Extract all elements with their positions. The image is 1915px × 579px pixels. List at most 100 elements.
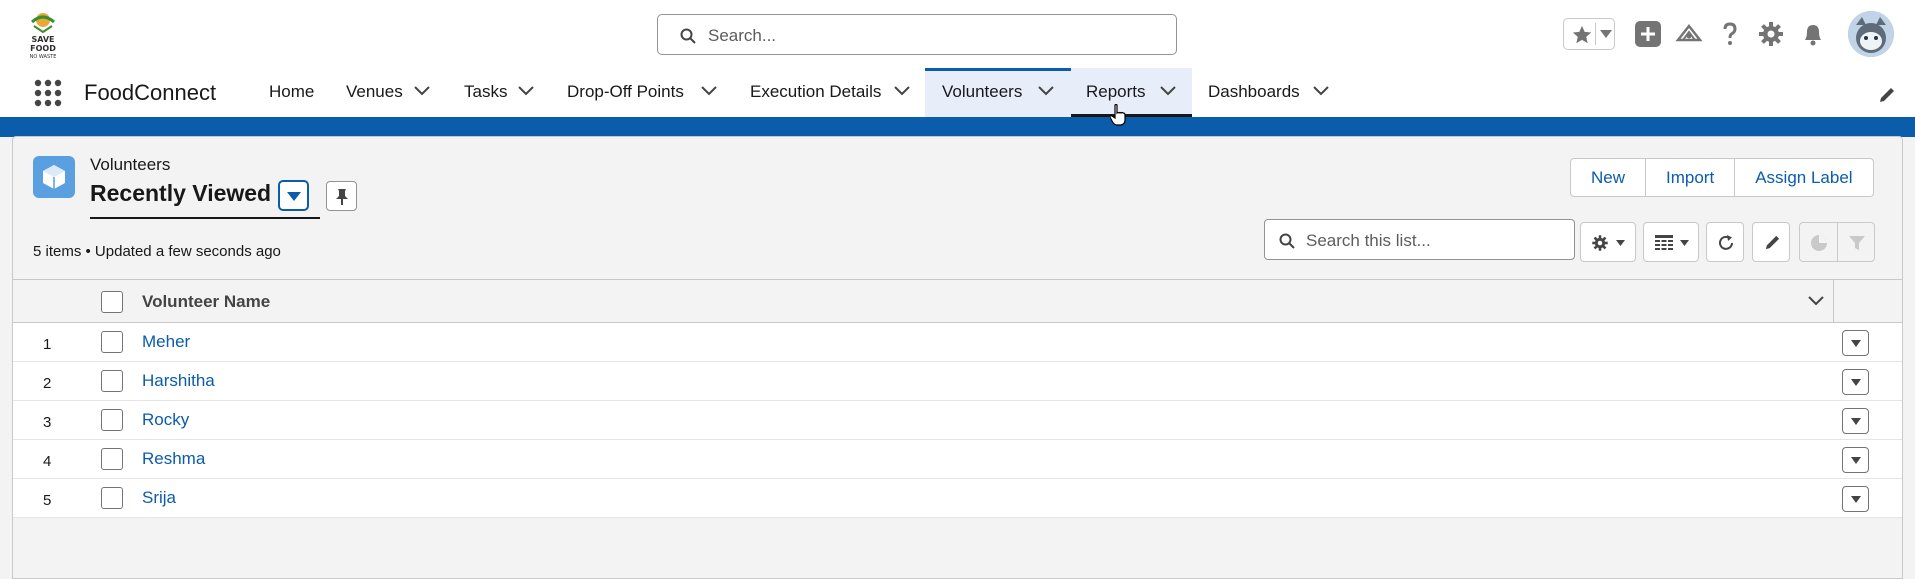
object-label: Volunteers — [90, 155, 171, 174]
list-view-title[interactable]: Recently Viewed — [90, 180, 271, 207]
settings-gear-icon[interactable] — [1757, 20, 1785, 48]
assign-label-button[interactable]: Assign Label — [1735, 159, 1872, 196]
global-header: SAVE FOOD NO WASTE Search... — [0, 0, 1915, 68]
column-actions-chevron-icon[interactable] — [1808, 296, 1824, 306]
row-number: 1 — [43, 336, 52, 353]
row-number: 3 — [43, 414, 52, 431]
new-button[interactable]: New — [1571, 159, 1647, 196]
nav-item-execution-details[interactable]: Execution Details — [738, 68, 918, 117]
nav-item-dashboards[interactable]: Dashboards — [1196, 68, 1336, 117]
list-view-controls-button[interactable] — [1580, 222, 1636, 262]
chevron-down-icon[interactable] — [894, 86, 910, 96]
list-meta-status: 5 items • Updated a few seconds ago — [33, 243, 281, 260]
mouse-pointer-icon — [1110, 104, 1126, 126]
nav-item-label: Drop-Off Points — [567, 82, 684, 101]
column-header-volunteer-name[interactable]: Volunteer Name — [142, 292, 270, 312]
nav-item-home[interactable]: Home — [257, 68, 327, 117]
nav-item-label: Home — [269, 82, 315, 101]
svg-text:SAVE: SAVE — [31, 35, 54, 44]
row-checkbox[interactable] — [101, 409, 123, 431]
import-button[interactable]: Import — [1646, 159, 1736, 196]
row-checkbox[interactable] — [101, 487, 123, 509]
row-number: 2 — [43, 375, 52, 392]
trailhead-guidance-icon[interactable] — [1675, 20, 1703, 48]
column-separator — [1833, 280, 1834, 323]
app-navigation-bar: FoodConnect Home Venues Tasks Drop-Off P… — [0, 68, 1915, 117]
nav-item-drop-off-points[interactable]: Drop-Off Points — [555, 68, 725, 117]
pin-icon — [336, 189, 348, 205]
pin-list-view-button[interactable] — [326, 181, 357, 211]
display-as-table-button[interactable] — [1643, 222, 1699, 262]
help-icon[interactable] — [1716, 20, 1744, 48]
row-actions-button[interactable] — [1842, 486, 1869, 512]
svg-text:FOOD: FOOD — [30, 44, 56, 53]
volunteer-name-link[interactable]: Rocky — [142, 410, 189, 430]
svg-text:NO WASTE: NO WASTE — [30, 54, 57, 60]
caret-down-icon — [1851, 379, 1861, 386]
nav-item-volunteers[interactable]: Volunteers — [925, 68, 1071, 117]
nav-item-label: Volunteers — [942, 82, 1023, 101]
app-logo: SAVE FOOD NO WASTE — [24, 12, 62, 60]
toolbar-divider — [1837, 223, 1838, 261]
volunteer-name-link[interactable]: Srija — [142, 488, 176, 508]
nav-item-reports[interactable]: Reports — [1071, 68, 1192, 117]
list-view-switcher-button[interactable] — [278, 180, 309, 211]
table-row: 1 Meher — [13, 323, 1902, 362]
star-icon — [1572, 25, 1592, 44]
volunteers-table: Volunteer Name 1 Meher 2 Harshitha 3 Roc… — [13, 279, 1902, 518]
pencil-icon — [1765, 235, 1780, 250]
volunteer-name-link[interactable]: Reshma — [142, 449, 205, 469]
chevron-down-icon[interactable] — [1160, 86, 1176, 96]
list-actions-group: New Import Assign Label — [1570, 158, 1874, 197]
favorites-dropdown-icon[interactable] — [1600, 30, 1612, 38]
refresh-button[interactable] — [1706, 222, 1744, 262]
row-actions-button[interactable] — [1842, 330, 1869, 356]
row-actions-button[interactable] — [1842, 408, 1869, 434]
chevron-down-icon[interactable] — [1038, 86, 1054, 96]
edit-list-button[interactable] — [1752, 222, 1790, 262]
list-title-underline — [90, 217, 320, 219]
list-search-placeholder: Search this list... — [1306, 231, 1431, 250]
caret-down-icon — [1851, 457, 1861, 464]
edit-nav-pencil-icon[interactable] — [1878, 86, 1896, 104]
app-launcher-icon[interactable] — [33, 78, 63, 108]
chevron-down-icon[interactable] — [414, 86, 430, 96]
chevron-down-icon[interactable] — [1313, 86, 1329, 96]
brand-band — [0, 117, 1915, 137]
table-header-row: Volunteer Name — [13, 279, 1902, 323]
table-row: 2 Harshitha — [13, 362, 1902, 401]
row-checkbox[interactable] — [101, 370, 123, 392]
nav-item-label: Tasks — [464, 82, 508, 101]
chevron-down-icon[interactable] — [701, 86, 717, 96]
select-all-checkbox[interactable] — [101, 291, 123, 313]
list-search-input[interactable]: Search this list... — [1264, 219, 1575, 260]
refresh-icon — [1719, 235, 1733, 250]
row-checkbox[interactable] — [101, 448, 123, 470]
favorites-button[interactable] — [1563, 18, 1615, 50]
row-actions-button[interactable] — [1842, 447, 1869, 473]
caret-down-icon — [1851, 340, 1861, 347]
global-actions-icon[interactable] — [1634, 20, 1662, 48]
global-search-input[interactable]: Search... — [657, 14, 1177, 55]
volunteer-object-icon — [33, 156, 75, 198]
nav-item-label: Dashboards — [1208, 82, 1300, 101]
nav-item-label: Execution Details — [750, 82, 882, 101]
caret-down-icon — [1680, 240, 1689, 246]
nav-item-tasks[interactable]: Tasks — [452, 68, 552, 117]
nav-item-venues[interactable]: Venues — [334, 68, 439, 117]
volunteer-name-link[interactable]: Meher — [142, 332, 190, 352]
row-number: 5 — [43, 492, 52, 509]
chevron-down-icon[interactable] — [518, 86, 534, 96]
search-icon — [680, 28, 696, 44]
app-name: FoodConnect — [84, 80, 217, 105]
table-icon — [1655, 235, 1673, 250]
row-actions-button[interactable] — [1842, 369, 1869, 395]
user-avatar[interactable] — [1848, 11, 1894, 57]
nav-item-label: Reports — [1086, 82, 1146, 101]
search-icon — [1279, 233, 1295, 249]
row-checkbox[interactable] — [101, 331, 123, 353]
notifications-bell-icon[interactable] — [1799, 20, 1827, 48]
volunteer-name-link[interactable]: Harshitha — [142, 371, 215, 391]
chart-filter-group — [1799, 222, 1875, 262]
nav-item-label: Venues — [346, 82, 403, 101]
